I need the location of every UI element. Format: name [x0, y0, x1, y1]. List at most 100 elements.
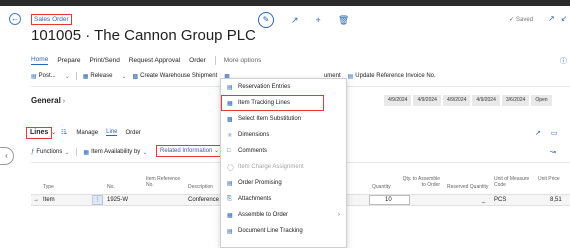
column-header-unit-price[interactable]: Unit Price	[538, 176, 560, 182]
lines-tabs: ☷ ⌄ Manage Line Order	[61, 129, 149, 136]
date-chip: 3/6/2024	[501, 95, 530, 106]
lines-section-header[interactable]: Lines	[26, 127, 53, 139]
column-header-quantity[interactable]: Quantity	[372, 184, 391, 190]
cell-unit-price[interactable]: 8,51	[550, 197, 562, 203]
column-header-no[interactable]: No.	[107, 184, 115, 190]
quantity-input[interactable]: 10	[369, 195, 410, 205]
related-information-menu: ▤ Reservation Entries ▦ Item Tracking Line…	[220, 78, 347, 248]
menu-item-label: Dimensions	[238, 132, 270, 138]
row-selected-arrow-icon: →	[33, 197, 39, 203]
attachment-icon: ⎘	[227, 195, 232, 202]
cell-reserved-quantity[interactable]: _	[482, 197, 485, 203]
tab-print-send[interactable]: Print/Send	[89, 57, 119, 64]
release-button[interactable]: Release	[90, 73, 112, 79]
chevron-right-icon: ›	[60, 98, 66, 105]
tab-home[interactable]: Home	[31, 56, 49, 65]
menu-item-document-line-tracking[interactable]: ▤ Document Line Tracking	[221, 223, 346, 239]
tab-manage[interactable]: Manage	[76, 130, 98, 136]
menu-item-assemble-to-order[interactable]: ▦ Assemble to Order ›	[221, 207, 346, 223]
column-header-reserved-quantity[interactable]: Reserved Quantity	[447, 184, 488, 190]
delete-trash-icon[interactable]: 🗑	[338, 13, 349, 27]
menu-item-label: Select Item Substitution	[238, 116, 302, 122]
tab-line[interactable]: Line	[106, 129, 118, 136]
general-label: General	[31, 96, 61, 105]
lines-action-bar: ƒ Functions ⌄ ▦ Item Availability by ⌄	[31, 148, 154, 156]
chevron-down-icon[interactable]: ⌄	[51, 129, 56, 136]
share-icon[interactable]: ↗	[291, 13, 299, 27]
nav-divider	[214, 56, 216, 65]
warehouse-shipment-icon: ▩	[132, 73, 139, 80]
functions-button[interactable]: Functions	[36, 149, 62, 155]
general-section-header[interactable]: General ›	[31, 96, 65, 105]
chevron-right-icon: ›	[338, 212, 340, 218]
item-availability-icon: ▦	[83, 149, 90, 156]
new-plus-icon[interactable]: +	[316, 13, 321, 27]
release-icon: ▦	[82, 73, 89, 80]
chevron-down-icon: ⌄	[214, 148, 220, 154]
menu-item-dimensions[interactable]: ⚛ Dimensions	[221, 127, 346, 143]
tab-order[interactable]: Order	[189, 57, 206, 64]
column-header-description[interactable]: Description	[188, 184, 213, 190]
back-arrow-icon[interactable]: ←	[9, 13, 21, 25]
assemble-icon: ▦	[227, 212, 233, 219]
general-summary-dates: 4/9/2024 4/9/2024 4/9/2024 4/9/2024 3/6/…	[384, 95, 554, 106]
ledger-icon: ▤	[227, 84, 233, 91]
column-header-qty-to-assemble[interactable]: Qty. to Assemble to Order	[398, 176, 440, 188]
substitution-icon: ▩	[227, 116, 233, 123]
column-header-type[interactable]: Type	[43, 184, 54, 190]
collapse-panel-chevron-icon[interactable]: ‹	[0, 147, 14, 165]
chevron-down-icon[interactable]: ⌄	[121, 73, 126, 80]
window-icons: ↗↙	[548, 14, 570, 23]
status-chip: Open	[531, 95, 552, 106]
row-actions-ellipsis-icon[interactable]: ⋮	[92, 195, 103, 205]
share-icon[interactable]: ↗	[535, 130, 551, 137]
functions-icon: ƒ	[31, 149, 35, 155]
highlight-box	[221, 95, 324, 111]
page-title: 101005 · The Cannon Group PLC	[31, 27, 256, 44]
chevron-down-icon[interactable]: ⌄	[64, 149, 69, 156]
tab-request-approval[interactable]: Request Approval	[129, 57, 180, 64]
post-button[interactable]: Post...	[39, 73, 56, 79]
action-divider	[75, 72, 77, 80]
menu-item-label: Attachments	[238, 196, 272, 202]
dimensions-icon: ⚛	[227, 132, 233, 139]
create-warehouse-shipment-button[interactable]: Create Warehouse Shipment	[140, 73, 217, 79]
menu-item-label: Reservation Entries	[238, 84, 291, 90]
menu-item-attachments[interactable]: ⎘ Attachments	[221, 191, 346, 207]
chevron-down-icon[interactable]: ⌄	[142, 149, 147, 156]
collapse-icon[interactable]: ↙	[561, 14, 570, 23]
menu-item-reservation-entries[interactable]: ▤ Reservation Entries	[221, 79, 346, 95]
item-availability-button[interactable]: Item Availability by	[91, 149, 140, 155]
menu-item-label: Document Line Tracking	[238, 228, 303, 234]
expand-icon[interactable]: ▭	[551, 130, 568, 137]
date-chip: 4/9/2024	[384, 95, 412, 106]
related-information-button[interactable]: Related Information ⌄	[156, 145, 224, 157]
page-tools: ✎ ↗ + 🗑	[258, 12, 349, 28]
tab-order[interactable]: Order	[125, 130, 140, 136]
action-divider	[76, 148, 78, 156]
cell-no[interactable]: 1925-W	[107, 197, 128, 203]
pin-icon[interactable]: ↝	[550, 148, 556, 156]
column-header-unit-of-measure[interactable]: Unit of Measure Code	[494, 176, 530, 188]
promising-icon: ▤	[227, 180, 233, 187]
menu-item-select-item-substitution[interactable]: ▩ Select Item Substitution	[221, 111, 346, 127]
check-icon: ✓	[509, 17, 515, 23]
related-information-label: Related Information	[160, 148, 213, 154]
chevron-down-icon[interactable]: ⌄	[63, 129, 68, 136]
update-reference-invoice-button[interactable]: Update Reference Invoice No.	[355, 73, 435, 79]
tab-prepare[interactable]: Prepare	[57, 57, 80, 64]
menu-item-order-promising[interactable]: ▤ Order Promising	[221, 175, 346, 191]
menu-item-comments[interactable]: □ Comments	[221, 143, 346, 159]
column-header-item-reference[interactable]: Item Reference No.	[146, 176, 182, 188]
page-caption: Sales Order	[31, 14, 72, 25]
cell-unit-of-measure[interactable]: PCS	[494, 197, 506, 203]
edit-pencil-icon[interactable]: ✎	[258, 12, 274, 28]
chevron-down-icon[interactable]: ⌄	[65, 73, 70, 80]
saved-status: ✓ Saved	[509, 16, 533, 23]
open-new-window-icon[interactable]: ↗	[548, 14, 561, 23]
more-options-link[interactable]: More options	[224, 57, 262, 64]
menu-item-label: Assemble to Order	[238, 212, 289, 218]
action-nav: Home Prepare Print/Send Request Approval…	[31, 56, 270, 65]
cell-type[interactable]: Item	[43, 197, 55, 203]
info-icon[interactable]: ⓘ	[560, 56, 567, 66]
